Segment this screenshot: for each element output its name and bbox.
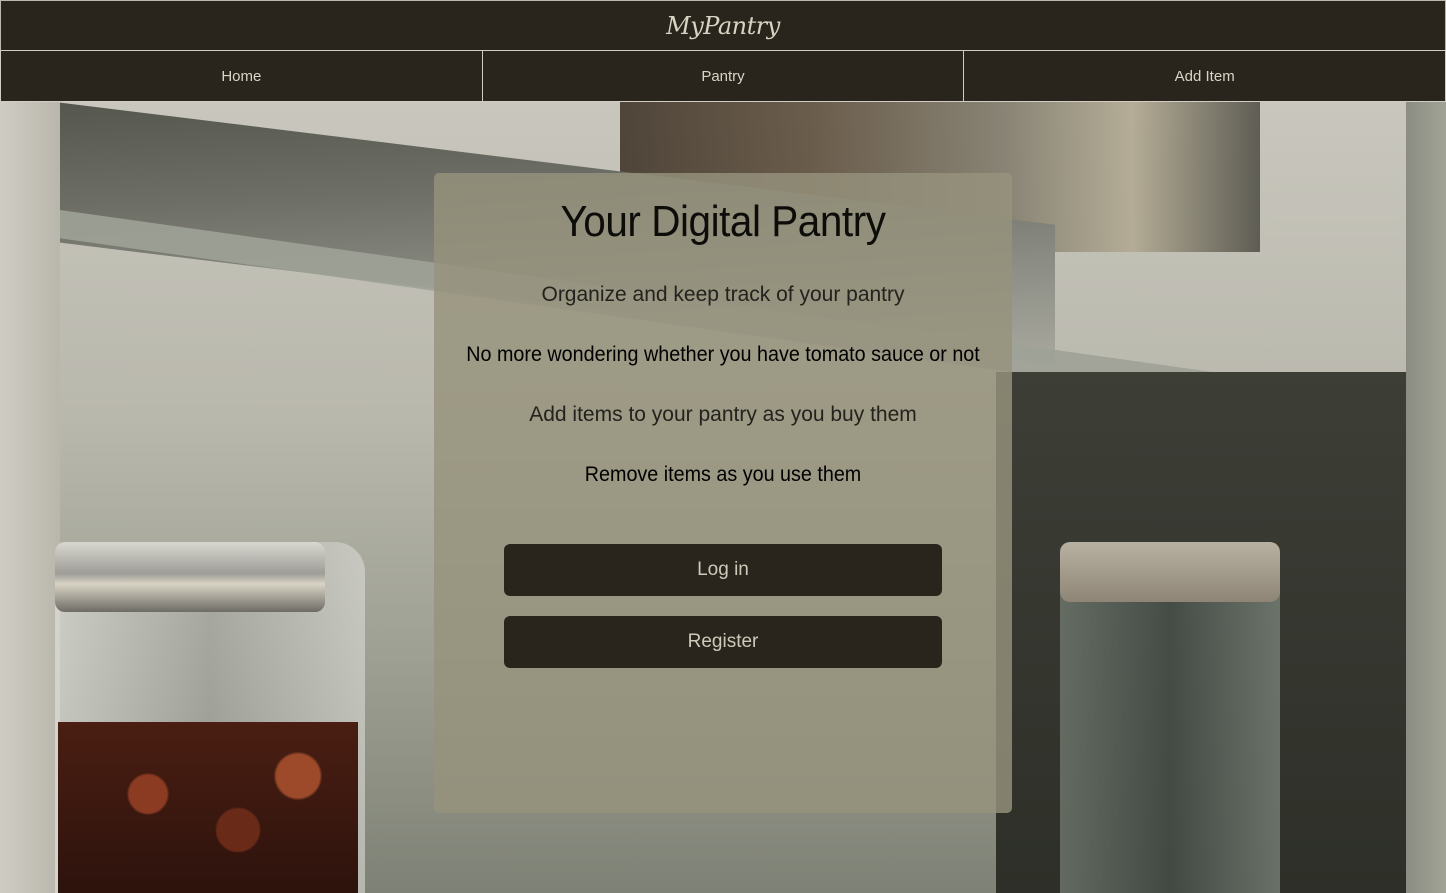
- background-right-jar-lid: [1060, 542, 1280, 602]
- nav-item-pantry[interactable]: Pantry: [482, 50, 965, 102]
- register-button[interactable]: Register: [504, 616, 942, 668]
- tagline-organize: Organize and keep track of your pantry: [541, 283, 905, 306]
- background-left-wall: [0, 102, 60, 893]
- logo[interactable]: MyPantry: [666, 12, 780, 40]
- site-header: MyPantry: [0, 0, 1446, 51]
- background-jar-content: [58, 722, 358, 893]
- tagline-add-items: Add items to your pantry as you buy them: [529, 403, 917, 426]
- page-title: Your Digital Pantry: [560, 197, 886, 246]
- tagline-wondering: No more wondering whether you have tomat…: [466, 343, 980, 366]
- background-frame: [1406, 102, 1446, 893]
- login-button[interactable]: Log in: [504, 544, 942, 596]
- nav-item-add-item[interactable]: Add Item: [964, 50, 1446, 102]
- background-jar-lid: [55, 542, 325, 612]
- tagline-remove-items: Remove items as you use them: [584, 463, 862, 486]
- main-nav: Home Pantry Add Item: [0, 50, 1446, 102]
- welcome-card: Your Digital Pantry Organize and keep tr…: [434, 173, 1012, 813]
- nav-item-home[interactable]: Home: [0, 50, 483, 102]
